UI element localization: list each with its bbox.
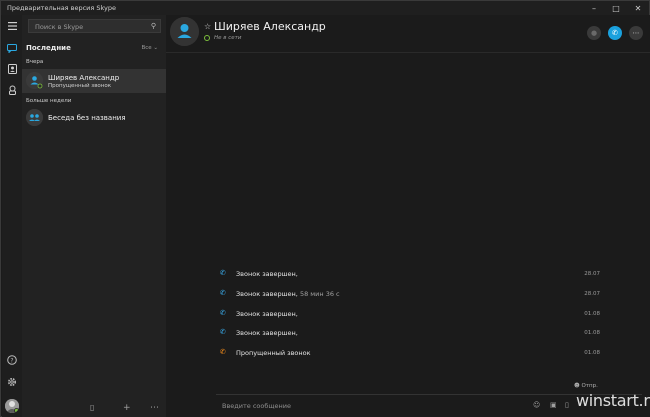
- conversation-name: Беседа без названия: [48, 114, 126, 122]
- conversation-item-untitled-chat[interactable]: Беседа без названия: [22, 106, 166, 130]
- minimize-icon[interactable]: –: [583, 1, 605, 15]
- contact-avatar-large[interactable]: [170, 17, 199, 46]
- title-bar: Предварительная версия Skype – □ ✕: [1, 1, 649, 15]
- hamburger-menu-icon[interactable]: [4, 19, 20, 33]
- chevron-down-icon[interactable]: ⌄: [153, 45, 158, 51]
- conversation-item-shiryaev[interactable]: Ширяев Александр Пропущенный звонок: [22, 69, 166, 93]
- contacts-icon[interactable]: [4, 62, 20, 76]
- search-icon[interactable]: ⚲: [151, 22, 156, 30]
- message-time: 28.07: [584, 271, 600, 277]
- call-event-text: Звонок завершен,: [236, 310, 298, 318]
- contact-status: Не в сети: [214, 35, 242, 41]
- search-input[interactable]: Поиск в Skype: [35, 23, 83, 31]
- phone-icon: ✆: [612, 29, 618, 37]
- call-event-text: Пропущенный звонок: [236, 349, 311, 357]
- my-profile-avatar[interactable]: [5, 399, 19, 413]
- message-time: 28.07: [584, 291, 600, 297]
- maximize-icon[interactable]: □: [605, 1, 627, 15]
- call-duration: 58 мин 36 с: [299, 290, 340, 298]
- help-icon[interactable]: ?: [4, 353, 20, 367]
- filter-dropdown[interactable]: Все ⌄: [141, 45, 158, 51]
- message-time: 01.08: [584, 350, 600, 356]
- phone-icon: ✆: [220, 269, 226, 277]
- pane-footer: ▯ + ⋯: [22, 399, 166, 417]
- favorite-star-icon[interactable]: ☆: [204, 22, 211, 31]
- message-time: 01.08: [584, 330, 600, 336]
- chats-icon[interactable]: [4, 41, 20, 55]
- phone-icon: ✆: [220, 309, 226, 317]
- video-camera-icon: ●: [590, 29, 598, 37]
- call-event-text: Звонок завершен, 58 мин 36 с: [236, 290, 340, 298]
- group-avatar: [26, 109, 43, 126]
- conversation-subtitle: Пропущенный звонок: [48, 83, 112, 89]
- call-event-text: Звонок завершен,: [236, 329, 298, 337]
- add-icon[interactable]: +: [123, 403, 131, 413]
- call-event-row: ✆ Звонок завершен, 28.07: [220, 269, 600, 281]
- presence-indicator: [204, 35, 210, 41]
- call-event-row: ✆ Звонок завершен, 01.08: [220, 309, 600, 321]
- audio-call-button[interactable]: ✆: [608, 26, 622, 40]
- contact-name: Ширяев Александр: [214, 20, 326, 33]
- recent-section-header: Последние Все ⌄: [26, 43, 160, 53]
- message-time: 01.08: [584, 311, 600, 317]
- svg-text:?: ?: [10, 357, 13, 364]
- close-icon[interactable]: ✕: [627, 1, 649, 15]
- message-input[interactable]: Введите сообщение: [222, 402, 291, 410]
- group-label-older: Больше недели: [26, 98, 72, 104]
- emoji-icon[interactable]: ☺: [533, 401, 540, 409]
- call-event-row: ✆ Звонок завершен, 01.08: [220, 328, 600, 340]
- dialpad-icon[interactable]: ▯: [90, 403, 94, 412]
- call-event-row: ✆ Звонок завершен, 58 мин 36 с 28.07: [220, 289, 600, 301]
- video-call-button[interactable]: ●: [587, 26, 601, 40]
- group-label-yesterday: Вчера: [26, 59, 44, 65]
- section-title: Последние: [26, 44, 71, 52]
- image-attach-icon[interactable]: ▣: [550, 401, 557, 409]
- file-attach-icon[interactable]: ▯: [565, 401, 569, 409]
- window-controls: – □ ✕: [583, 1, 649, 15]
- contact-avatar: [26, 72, 43, 89]
- more-options-icon[interactable]: ⋯: [150, 403, 159, 413]
- phone-icon: ✆: [220, 328, 226, 336]
- nav-rail: ?: [2, 15, 22, 417]
- sent-receipt: ☻ Отпр.: [574, 383, 598, 389]
- conversations-pane: Поиск в Skype ⚲ Последние Все ⌄ Вчера Ши…: [22, 15, 166, 417]
- window-title: Предварительная версия Skype: [7, 4, 117, 12]
- bots-icon[interactable]: [4, 83, 20, 97]
- missed-call-icon: ✆: [220, 348, 226, 356]
- conversation-name: Ширяев Александр: [48, 74, 120, 82]
- more-actions-button[interactable]: ⋯: [629, 26, 643, 40]
- watermark: winstart.ru: [576, 391, 650, 410]
- call-event-text: Звонок завершен,: [236, 270, 298, 278]
- chat-header: ☆ Ширяев Александр Не в сети ● ✆ ⋯: [166, 15, 650, 53]
- filter-label[interactable]: Все: [141, 45, 151, 51]
- phone-icon: ✆: [220, 289, 226, 297]
- search-box[interactable]: Поиск в Skype ⚲: [28, 19, 161, 33]
- settings-gear-icon[interactable]: [4, 375, 20, 389]
- missed-call-row: ✆ Пропущенный звонок 01.08: [220, 348, 600, 360]
- chat-area: ☆ Ширяев Александр Не в сети ● ✆ ⋯ ✆ Зво…: [166, 15, 650, 417]
- more-options-icon: ⋯: [632, 29, 640, 37]
- skype-window: Предварительная версия Skype – □ ✕ ? Пои…: [0, 0, 650, 417]
